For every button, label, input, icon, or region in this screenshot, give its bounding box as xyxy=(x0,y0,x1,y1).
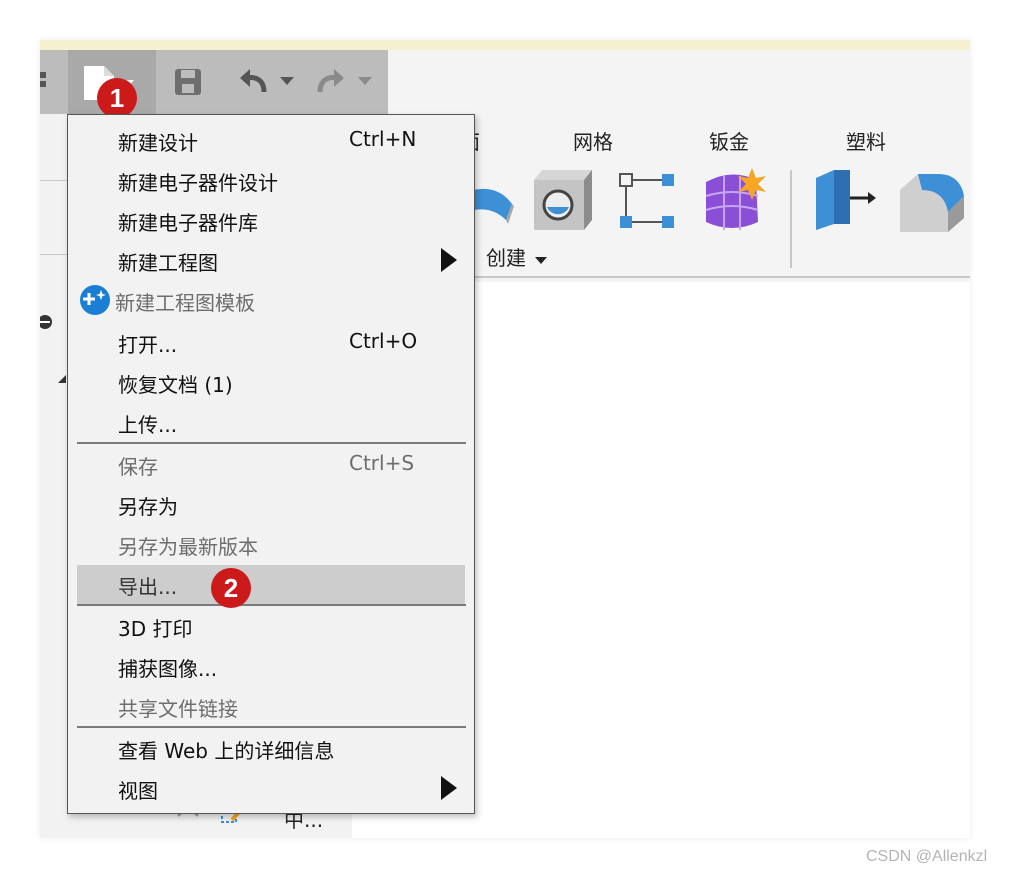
menu-item-shortcut: Ctrl+O xyxy=(349,329,418,353)
menu-item-upload[interactable]: 上传... xyxy=(77,403,465,441)
menu-item-shortcut: Ctrl+S xyxy=(349,451,415,475)
menu-item-save[interactable]: 保存 Ctrl+S xyxy=(77,445,465,483)
menu-item-view-details-web[interactable]: 查看 Web 上的详细信息 xyxy=(77,729,465,767)
menu-item-label: 新建工程图模板 xyxy=(115,291,255,315)
menu-item-label: 新建电子器件设计 xyxy=(118,171,278,195)
boundary-plate-icon[interactable] xyxy=(814,168,878,232)
menu-item-3d-print[interactable]: 3D 打印 xyxy=(77,607,465,645)
collapse-icon[interactable] xyxy=(40,314,54,329)
menu-item-open[interactable]: 打开... Ctrl+O xyxy=(77,323,465,361)
create-dropdown[interactable]: 创建 xyxy=(486,242,558,270)
watermark: CSDN @Allenkzl xyxy=(866,848,988,865)
file-dropdown-menu: 新建设计 Ctrl+N 新建电子器件设计 新建电子器件库 新建工程图 新建工程图… xyxy=(67,114,475,814)
menu-item-new-drawing-template[interactable]: 新建工程图模板 xyxy=(77,281,465,319)
menu-item-label: 新建设计 xyxy=(118,131,198,155)
menu-item-label: 共享文件链接 xyxy=(118,697,238,721)
menu-separator xyxy=(77,442,466,444)
menu-item-save-as[interactable]: 另存为 xyxy=(77,485,465,523)
fillet-icon[interactable] xyxy=(898,168,968,232)
menu-item-label: 导出... xyxy=(118,575,178,599)
menu-item-new-design[interactable]: 新建设计 Ctrl+N xyxy=(77,121,465,159)
menu-item-recover-documents[interactable]: 恢复文档 (1) xyxy=(77,363,465,401)
ribbon: 面 网格 钣金 塑料 创建 xyxy=(388,58,970,278)
tab-sheet-metal[interactable]: 钣金 xyxy=(709,126,749,155)
menu-item-new-drawing[interactable]: 新建工程图 xyxy=(77,241,465,279)
submenu-arrow-icon xyxy=(441,776,457,800)
menu-item-label: 捕获图像... xyxy=(118,657,218,681)
menu-item-save-as-latest[interactable]: 另存为最新版本 xyxy=(77,525,465,563)
create-label: 创建 xyxy=(486,246,526,270)
menu-item-new-electronics-design[interactable]: 新建电子器件设计 xyxy=(77,161,465,199)
menu-item-shortcut: Ctrl+N xyxy=(349,127,417,151)
menu-item-label: 另存为最新版本 xyxy=(118,535,258,559)
submenu-arrow-icon xyxy=(441,248,457,272)
menu-item-label: 打开... xyxy=(118,333,178,357)
menu-item-label: 新建工程图 xyxy=(118,251,218,275)
menu-separator xyxy=(77,604,466,606)
menu-item-view[interactable]: 视图 xyxy=(77,769,465,807)
chevron-down-icon xyxy=(535,257,548,264)
ribbon-group-divider xyxy=(790,170,792,268)
ribbon-bottom-border xyxy=(388,276,970,278)
menu-item-capture-image[interactable]: 捕获图像... xyxy=(77,647,465,685)
save-icon[interactable] xyxy=(172,66,204,98)
grid-menu-icon[interactable] xyxy=(40,70,48,94)
undo-icon[interactable] xyxy=(238,66,302,98)
menu-item-label: 保存 xyxy=(118,455,158,479)
menu-item-export[interactable]: 导出... xyxy=(77,565,465,605)
menu-item-label: 恢复文档 (1) xyxy=(118,373,233,397)
tab-plastic[interactable]: 塑料 xyxy=(846,126,886,155)
sparkle-plus-icon xyxy=(80,285,110,315)
menu-item-label: 上传... xyxy=(118,413,178,437)
sketch-points-icon[interactable] xyxy=(618,172,676,230)
step-marker-1: 1 xyxy=(97,78,137,118)
menu-item-label: 视图 xyxy=(118,779,158,803)
menu-item-label: 3D 打印 xyxy=(118,617,193,641)
menu-item-new-electronics-library[interactable]: 新建电子器件库 xyxy=(77,201,465,239)
step-marker-2: 2 xyxy=(211,568,251,608)
form-star-cube-icon[interactable] xyxy=(702,166,770,234)
menu-item-label: 另存为 xyxy=(118,495,178,519)
menu-item-share-link[interactable]: 共享文件链接 xyxy=(77,687,465,725)
tab-mesh[interactable]: 网格 xyxy=(573,126,613,155)
redo-icon[interactable] xyxy=(316,66,380,98)
menu-separator xyxy=(77,726,466,728)
box-hole-icon[interactable] xyxy=(530,166,596,234)
window-top-strip xyxy=(40,40,970,50)
menu-item-label: 查看 Web 上的详细信息 xyxy=(118,739,335,763)
menu-item-label: 新建电子器件库 xyxy=(118,211,258,235)
